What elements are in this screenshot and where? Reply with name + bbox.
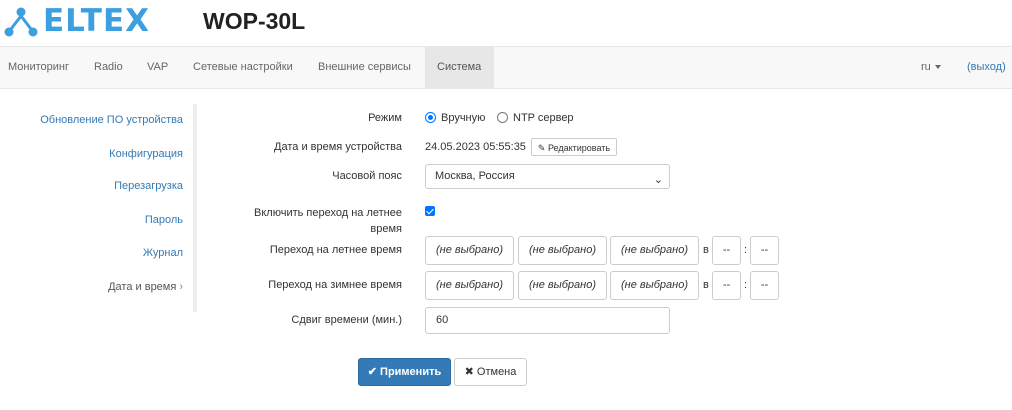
dst-enable-label: Включить переход на летнее время	[254, 207, 402, 235]
apply-button[interactable]: ✔ Применить	[358, 358, 451, 386]
mode-manual-label[interactable]: Вручную	[441, 112, 485, 124]
dst-start-minute-select[interactable]: --	[750, 236, 779, 265]
language-label: ru	[921, 61, 931, 73]
caret-down-icon	[934, 65, 941, 70]
offset-input[interactable]: 60	[425, 307, 670, 334]
nav-network-settings[interactable]: Сетевые настройки	[181, 47, 305, 88]
mode-ntp-label[interactable]: NTP сервер	[513, 112, 574, 124]
nav-external-services[interactable]: Внешние сервисы	[306, 47, 423, 88]
nav-radio[interactable]: Radio	[82, 47, 135, 88]
mode-label: Режим	[368, 112, 402, 124]
dst-end-colon: :	[744, 279, 748, 291]
check-icon: ✔	[367, 366, 377, 378]
sidebar-item-configuration[interactable]: Конфигурация	[109, 148, 183, 160]
dst-start-hour-select[interactable]: --	[712, 236, 741, 265]
dst-start-day-select[interactable]: (не выбрано)	[610, 236, 699, 265]
dst-start-label: Переход на летнее время	[269, 244, 402, 256]
logo-icon	[4, 7, 38, 37]
mode-ntp-radio[interactable]	[497, 112, 508, 123]
sidebar: Обновление ПО устройства Конфигурация Пе…	[0, 104, 197, 312]
cancel-button-label: Отмена	[476, 366, 517, 378]
nav-system[interactable]: Система	[425, 47, 494, 88]
chevron-right-icon: ›	[179, 281, 183, 293]
dst-end-label: Переход на зимнее время	[268, 279, 402, 291]
dst-start-at-text: в	[703, 244, 709, 256]
nav-vap[interactable]: VAP	[135, 47, 180, 88]
top-navbar: Мониторинг Radio VAP Сетевые настройки В…	[0, 46, 1012, 89]
edit-datetime-button[interactable]: ✎ Редактировать	[531, 138, 617, 156]
header: ELTEX WOP-30L	[0, 0, 1012, 46]
dst-end-week-select[interactable]: (не выбрано)	[518, 271, 607, 300]
pencil-icon: ✎	[537, 143, 546, 153]
sidebar-item-label: Дата и время	[108, 281, 177, 293]
timezone-value: Москва, Россия	[435, 170, 515, 182]
eltex-logo: ELTEX	[3, 3, 163, 39]
dst-end-minute-select[interactable]: --	[750, 271, 779, 300]
chevron-down-icon: ⌄	[653, 174, 663, 186]
cancel-button[interactable]: ✖ Отмена	[454, 358, 527, 386]
dst-start-month-select[interactable]: (не выбрано)	[425, 236, 514, 265]
sidebar-item-firmware-update[interactable]: Обновление ПО устройства	[40, 114, 183, 126]
language-dropdown[interactable]: ru	[909, 47, 953, 88]
offset-label: Сдвиг времени (мин.)	[291, 314, 402, 326]
nav-monitoring[interactable]: Мониторинг	[0, 47, 81, 88]
dst-enable-checkbox[interactable]	[425, 206, 435, 216]
mode-manual-radio[interactable]	[425, 112, 436, 123]
sidebar-item-datetime[interactable]: Дата и время ›	[108, 281, 183, 293]
sidebar-item-password[interactable]: Пароль	[145, 214, 183, 226]
sidebar-item-reboot[interactable]: Перезагрузка	[114, 180, 183, 192]
logout-link[interactable]: (выход)	[955, 47, 1012, 88]
page-title: WOP-30L	[203, 8, 306, 34]
timezone-label: Часовой пояс	[332, 170, 402, 182]
timezone-select[interactable]: Москва, Россия ⌄	[425, 164, 670, 189]
dst-end-hour-select[interactable]: --	[712, 271, 741, 300]
dst-end-month-select[interactable]: (не выбрано)	[425, 271, 514, 300]
apply-button-label: Применить	[380, 366, 442, 378]
datetime-label: Дата и время устройства	[274, 141, 402, 153]
sidebar-item-log[interactable]: Журнал	[143, 247, 183, 259]
brand-name: ELTEX	[43, 3, 151, 39]
close-icon: ✖	[464, 366, 474, 378]
dst-end-day-select[interactable]: (не выбрано)	[610, 271, 699, 300]
datetime-value: 24.05.2023 05:55:35	[425, 141, 526, 153]
edit-button-label: Редактировать	[547, 143, 611, 153]
dst-start-week-select[interactable]: (не выбрано)	[518, 236, 607, 265]
dst-start-colon: :	[744, 244, 748, 256]
dst-end-at-text: в	[703, 279, 709, 291]
